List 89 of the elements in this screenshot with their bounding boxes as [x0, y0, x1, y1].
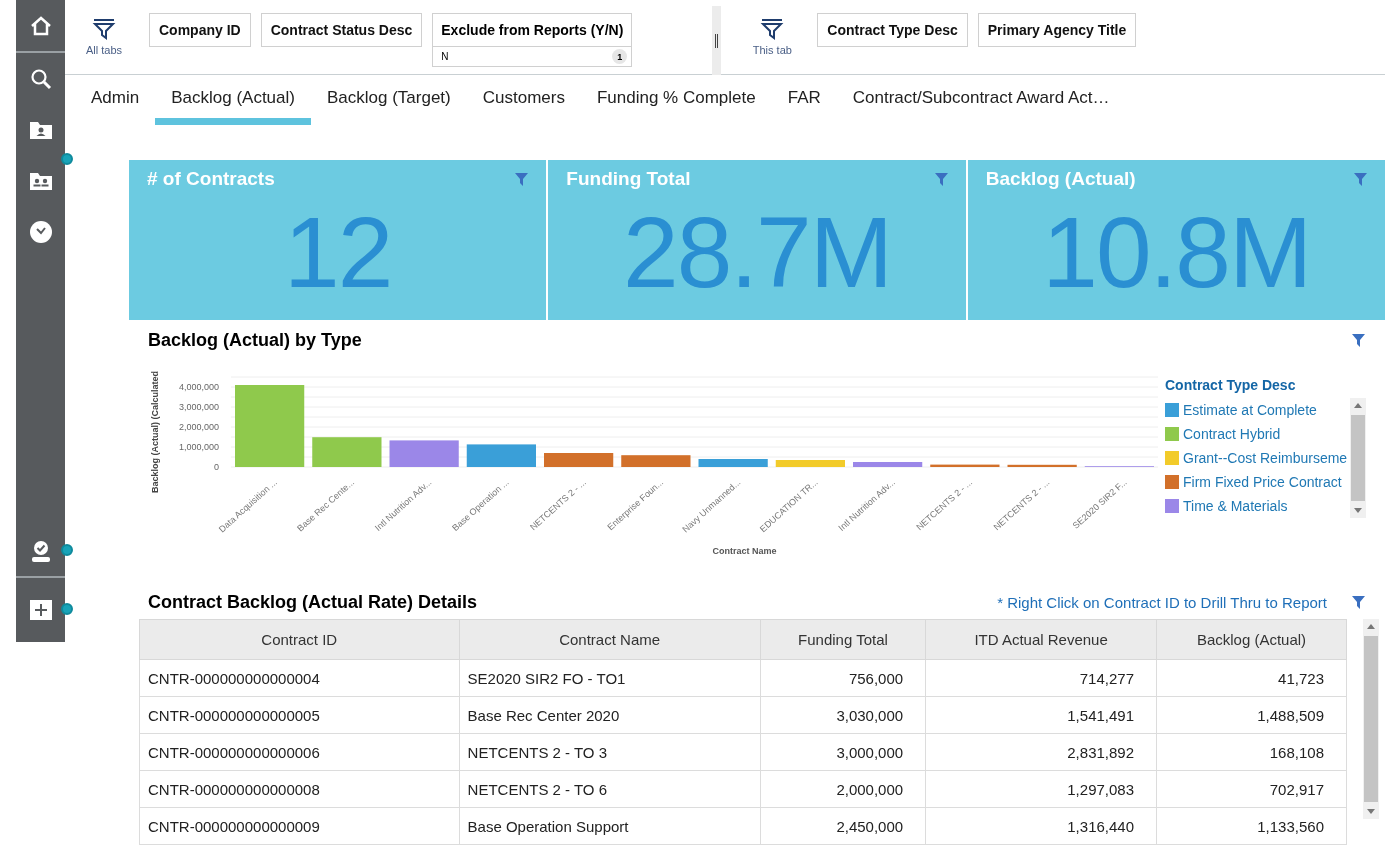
- plus-icon[interactable]: [29, 600, 52, 620]
- table-cell: 1,133,560: [1156, 807, 1347, 845]
- table-cell: 1,541,491: [925, 696, 1157, 734]
- filter-icon[interactable]: [760, 18, 785, 40]
- table-cell: 2,000,000: [760, 770, 926, 808]
- kpi-value: 12: [283, 202, 393, 302]
- legend-label[interactable]: Firm Fixed Price Contract: [1183, 474, 1342, 490]
- legend-label[interactable]: Grant--Cost Reimburseme: [1183, 450, 1348, 466]
- tab[interactable]: Contract/Subcontract Award Act…: [836, 85, 1126, 125]
- contract-id-cell[interactable]: CNTR-000000000000009: [139, 807, 460, 845]
- filter-chip[interactable]: Primary Agency Title: [977, 13, 1137, 47]
- table-cell: Base Operation Support: [459, 807, 761, 845]
- filter-chip-label: Exclude from Reports (Y/N): [433, 14, 632, 47]
- table-cell: 702,917: [1156, 770, 1347, 808]
- table-cell: 3,000,000: [760, 733, 926, 771]
- search-icon[interactable]: [29, 67, 52, 90]
- table-cell: 168,108: [1156, 733, 1347, 771]
- column-header[interactable]: Contract Name: [459, 619, 761, 660]
- bar[interactable]: [389, 440, 459, 467]
- contract-id-cell[interactable]: CNTR-000000000000006: [139, 733, 460, 771]
- filter-icon[interactable]: [92, 18, 116, 40]
- table-title: Contract Backlog (Actual Rate) Details: [148, 592, 478, 613]
- filter-chip[interactable]: Contract Status Desc: [260, 13, 423, 47]
- axis-tick-label: 2,000,000: [178, 422, 219, 432]
- tab[interactable]: Funding % Complete: [580, 85, 772, 125]
- table-cell: 714,277: [925, 659, 1157, 697]
- legend-label[interactable]: Time & Materials: [1183, 498, 1288, 514]
- bar[interactable]: [1007, 464, 1077, 467]
- status-dot: [61, 153, 73, 165]
- status-dot: [61, 603, 73, 615]
- status-dot: [61, 544, 73, 556]
- filter-chip[interactable]: Exclude from Reports (Y/N) N 1: [432, 13, 633, 67]
- kpi-title: Backlog (Actual): [985, 168, 1136, 190]
- count-badge: 1: [612, 49, 628, 64]
- filter-scope-label: All tabs: [85, 44, 123, 56]
- table-cell: 41,723: [1156, 659, 1347, 697]
- axis-tick-label: 3,000,000: [178, 402, 219, 412]
- table-cell: 3,030,000: [760, 696, 926, 734]
- column-header[interactable]: Backlog (Actual): [1156, 619, 1347, 660]
- legend-label[interactable]: Estimate at Complete: [1183, 402, 1317, 418]
- contract-id-cell[interactable]: CNTR-000000000000008: [139, 770, 460, 808]
- column-header[interactable]: Funding Total: [760, 619, 926, 660]
- folder-icon[interactable]: [28, 170, 53, 191]
- axis-tick-label: 4,000,000: [178, 382, 219, 392]
- table-cell: 1,297,083: [925, 770, 1157, 808]
- table-cell: SE2020 SIR2 FO - TO1: [459, 659, 761, 697]
- bar[interactable]: [621, 455, 691, 467]
- tab[interactable]: FAR: [771, 85, 837, 125]
- filter-icon[interactable]: [1352, 334, 1365, 347]
- home-icon[interactable]: [29, 14, 52, 37]
- table-cell: 2,831,892: [925, 733, 1157, 771]
- filter-scope-label: This tab: [752, 44, 792, 56]
- table-cell: 1,488,509: [1156, 696, 1347, 734]
- filter-chip[interactable]: Contract Type Desc: [817, 13, 968, 47]
- axis-title: Backlog (Actual) (Calculated: [150, 371, 160, 493]
- contract-id-cell[interactable]: CNTR-000000000000004: [139, 659, 460, 697]
- tab[interactable]: Customers: [466, 85, 581, 125]
- tab[interactable]: Backlog (Target): [310, 85, 467, 125]
- legend-title: Contract Type Desc: [1165, 377, 1297, 393]
- tab[interactable]: Backlog (Actual): [155, 85, 311, 125]
- column-header[interactable]: ITD Actual Revenue: [925, 619, 1157, 660]
- kpi-value: 28.7M: [622, 202, 892, 302]
- bar[interactable]: [930, 464, 1000, 467]
- bar[interactable]: [466, 444, 536, 467]
- scrollbar[interactable]: [1350, 398, 1366, 518]
- kpi-title: Funding Total: [566, 168, 691, 190]
- axis-title: Contract Name: [712, 546, 777, 556]
- folder-icon[interactable]: [28, 119, 53, 140]
- filter-icon[interactable]: [1352, 596, 1365, 609]
- table-cell: 756,000: [760, 659, 926, 697]
- table-cell: NETCENTS 2 - TO 6: [459, 770, 761, 808]
- axis-tick-label: 0: [214, 462, 219, 472]
- splitter-handle[interactable]: [712, 6, 722, 75]
- table-cell: Base Rec Center 2020: [459, 696, 761, 734]
- kpi-title: # of Contracts: [147, 168, 275, 190]
- tab[interactable]: Admin: [75, 85, 156, 125]
- filter-value: N: [441, 51, 449, 62]
- filter-chip[interactable]: Company ID: [149, 13, 251, 47]
- table-cell: 1,316,440: [925, 807, 1157, 845]
- axis-tick-label: 1,000,000: [178, 442, 219, 452]
- chart-title: Backlog (Actual) by Type: [148, 330, 362, 351]
- table-note: * Right Click on Contract ID to Drill Thru to Report: [997, 594, 1327, 611]
- kpi-value: 10.8M: [1041, 202, 1312, 302]
- table-cell: 2,450,000: [760, 807, 926, 845]
- legend-label[interactable]: Contract Hybrid: [1183, 426, 1281, 442]
- table-cell: NETCENTS 2 - TO 3: [459, 733, 761, 771]
- contract-id-cell[interactable]: CNTR-000000000000005: [139, 696, 460, 734]
- column-header[interactable]: Contract ID: [139, 619, 460, 660]
- scrollbar[interactable]: [1363, 619, 1379, 819]
